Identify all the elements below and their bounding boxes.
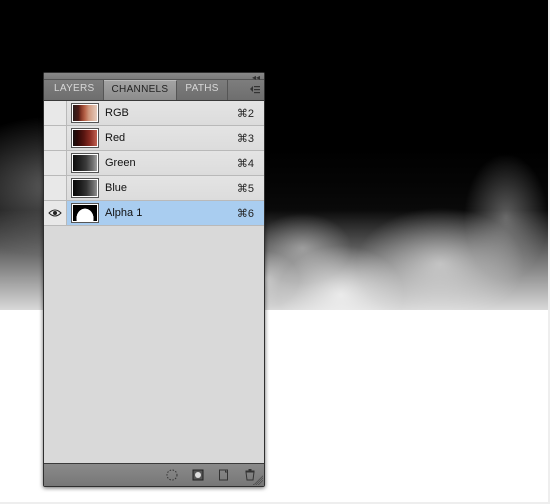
- channel-label: Green: [105, 157, 237, 169]
- visibility-toggle[interactable]: [44, 101, 67, 125]
- channel-shortcut: ⌘6: [237, 207, 264, 220]
- channel-thumbnail: [71, 203, 99, 223]
- visibility-toggle[interactable]: [44, 126, 67, 150]
- channel-list: RGB⌘2Red⌘3Green⌘4Blue⌘5Alpha 1⌘6: [44, 101, 264, 463]
- channel-row[interactable]: Alpha 1⌘6: [44, 201, 264, 226]
- visibility-toggle[interactable]: [44, 201, 67, 225]
- tab-channels[interactable]: CHANNELS: [104, 80, 178, 100]
- channel-shortcut: ⌘2: [237, 107, 264, 120]
- channel-label: Alpha 1: [105, 207, 237, 219]
- channel-thumbnail: [71, 178, 99, 198]
- eye-icon: [48, 208, 62, 218]
- panel-collapse-bar[interactable]: ◂◂: [44, 73, 264, 80]
- panel-resize-handle[interactable]: [253, 475, 263, 485]
- channel-shortcut: ⌘5: [237, 182, 264, 195]
- channel-row[interactable]: RGB⌘2: [44, 101, 264, 126]
- channel-shortcut: ⌘4: [237, 157, 264, 170]
- channel-label: Red: [105, 132, 237, 144]
- channels-panel: ◂◂ LAYERS CHANNELS PATHS RGB⌘2Red⌘3Green…: [43, 72, 265, 487]
- visibility-toggle[interactable]: [44, 151, 67, 175]
- visibility-toggle[interactable]: [44, 176, 67, 200]
- channel-row[interactable]: Green⌘4: [44, 151, 264, 176]
- channel-label: RGB: [105, 107, 237, 119]
- document-canvas: { "tabs": { "layers": "LAYERS", "channel…: [0, 0, 550, 504]
- new-channel-button[interactable]: [216, 467, 232, 483]
- panel-footer: [44, 463, 264, 486]
- tab-layers[interactable]: LAYERS: [46, 80, 104, 100]
- load-selection-button[interactable]: [164, 467, 180, 483]
- panel-menu-button[interactable]: [246, 80, 264, 100]
- channel-row[interactable]: Blue⌘5: [44, 176, 264, 201]
- channel-thumbnail: [71, 103, 99, 123]
- channel-row[interactable]: Red⌘3: [44, 126, 264, 151]
- channel-thumbnail: [71, 128, 99, 148]
- tab-paths[interactable]: PATHS: [177, 80, 227, 100]
- channel-thumbnail: [71, 153, 99, 173]
- channel-label: Blue: [105, 182, 237, 194]
- panel-tab-row: LAYERS CHANNELS PATHS: [44, 80, 264, 101]
- channel-shortcut: ⌘3: [237, 132, 264, 145]
- save-selection-button[interactable]: [190, 467, 206, 483]
